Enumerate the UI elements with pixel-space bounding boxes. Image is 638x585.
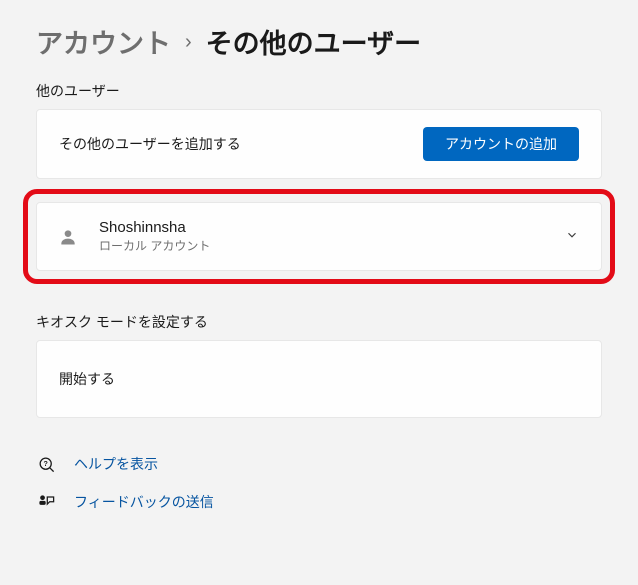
breadcrumb-current: その他のユーザー [206,22,421,61]
chevron-down-icon [565,228,579,245]
feedback-link[interactable]: フィードバックの送信 [74,492,214,512]
user-info: Shoshinnsha ローカル アカウント [99,219,545,254]
highlight-box: Shoshinnsha ローカル アカウント [23,189,615,284]
breadcrumb-parent[interactable]: アカウント [36,22,171,61]
user-account-type: ローカル アカウント [99,237,545,254]
feedback-icon [36,492,56,512]
help-link-row: ? ヘルプを表示 [36,454,602,474]
breadcrumb: アカウント › その他のユーザー [36,22,602,61]
kiosk-label: キオスク モードを設定する [36,312,602,332]
add-other-user-row: その他のユーザーを追加する アカウントの追加 [36,109,602,179]
kiosk-start-row[interactable]: 開始する [36,340,602,418]
user-icon [57,226,79,248]
add-other-user-text: その他のユーザーを追加する [59,134,241,154]
add-account-button[interactable]: アカウントの追加 [423,127,579,161]
feedback-link-row: フィードバックの送信 [36,492,602,512]
other-users-label: 他のユーザー [36,81,602,101]
svg-text:?: ? [43,460,47,468]
kiosk-start-text: 開始する [59,369,115,389]
user-name: Shoshinnsha [99,219,545,236]
help-icon: ? [36,454,56,474]
help-link[interactable]: ヘルプを表示 [74,454,158,474]
user-row[interactable]: Shoshinnsha ローカル アカウント [36,202,602,271]
chevron-right-icon: › [185,32,192,52]
